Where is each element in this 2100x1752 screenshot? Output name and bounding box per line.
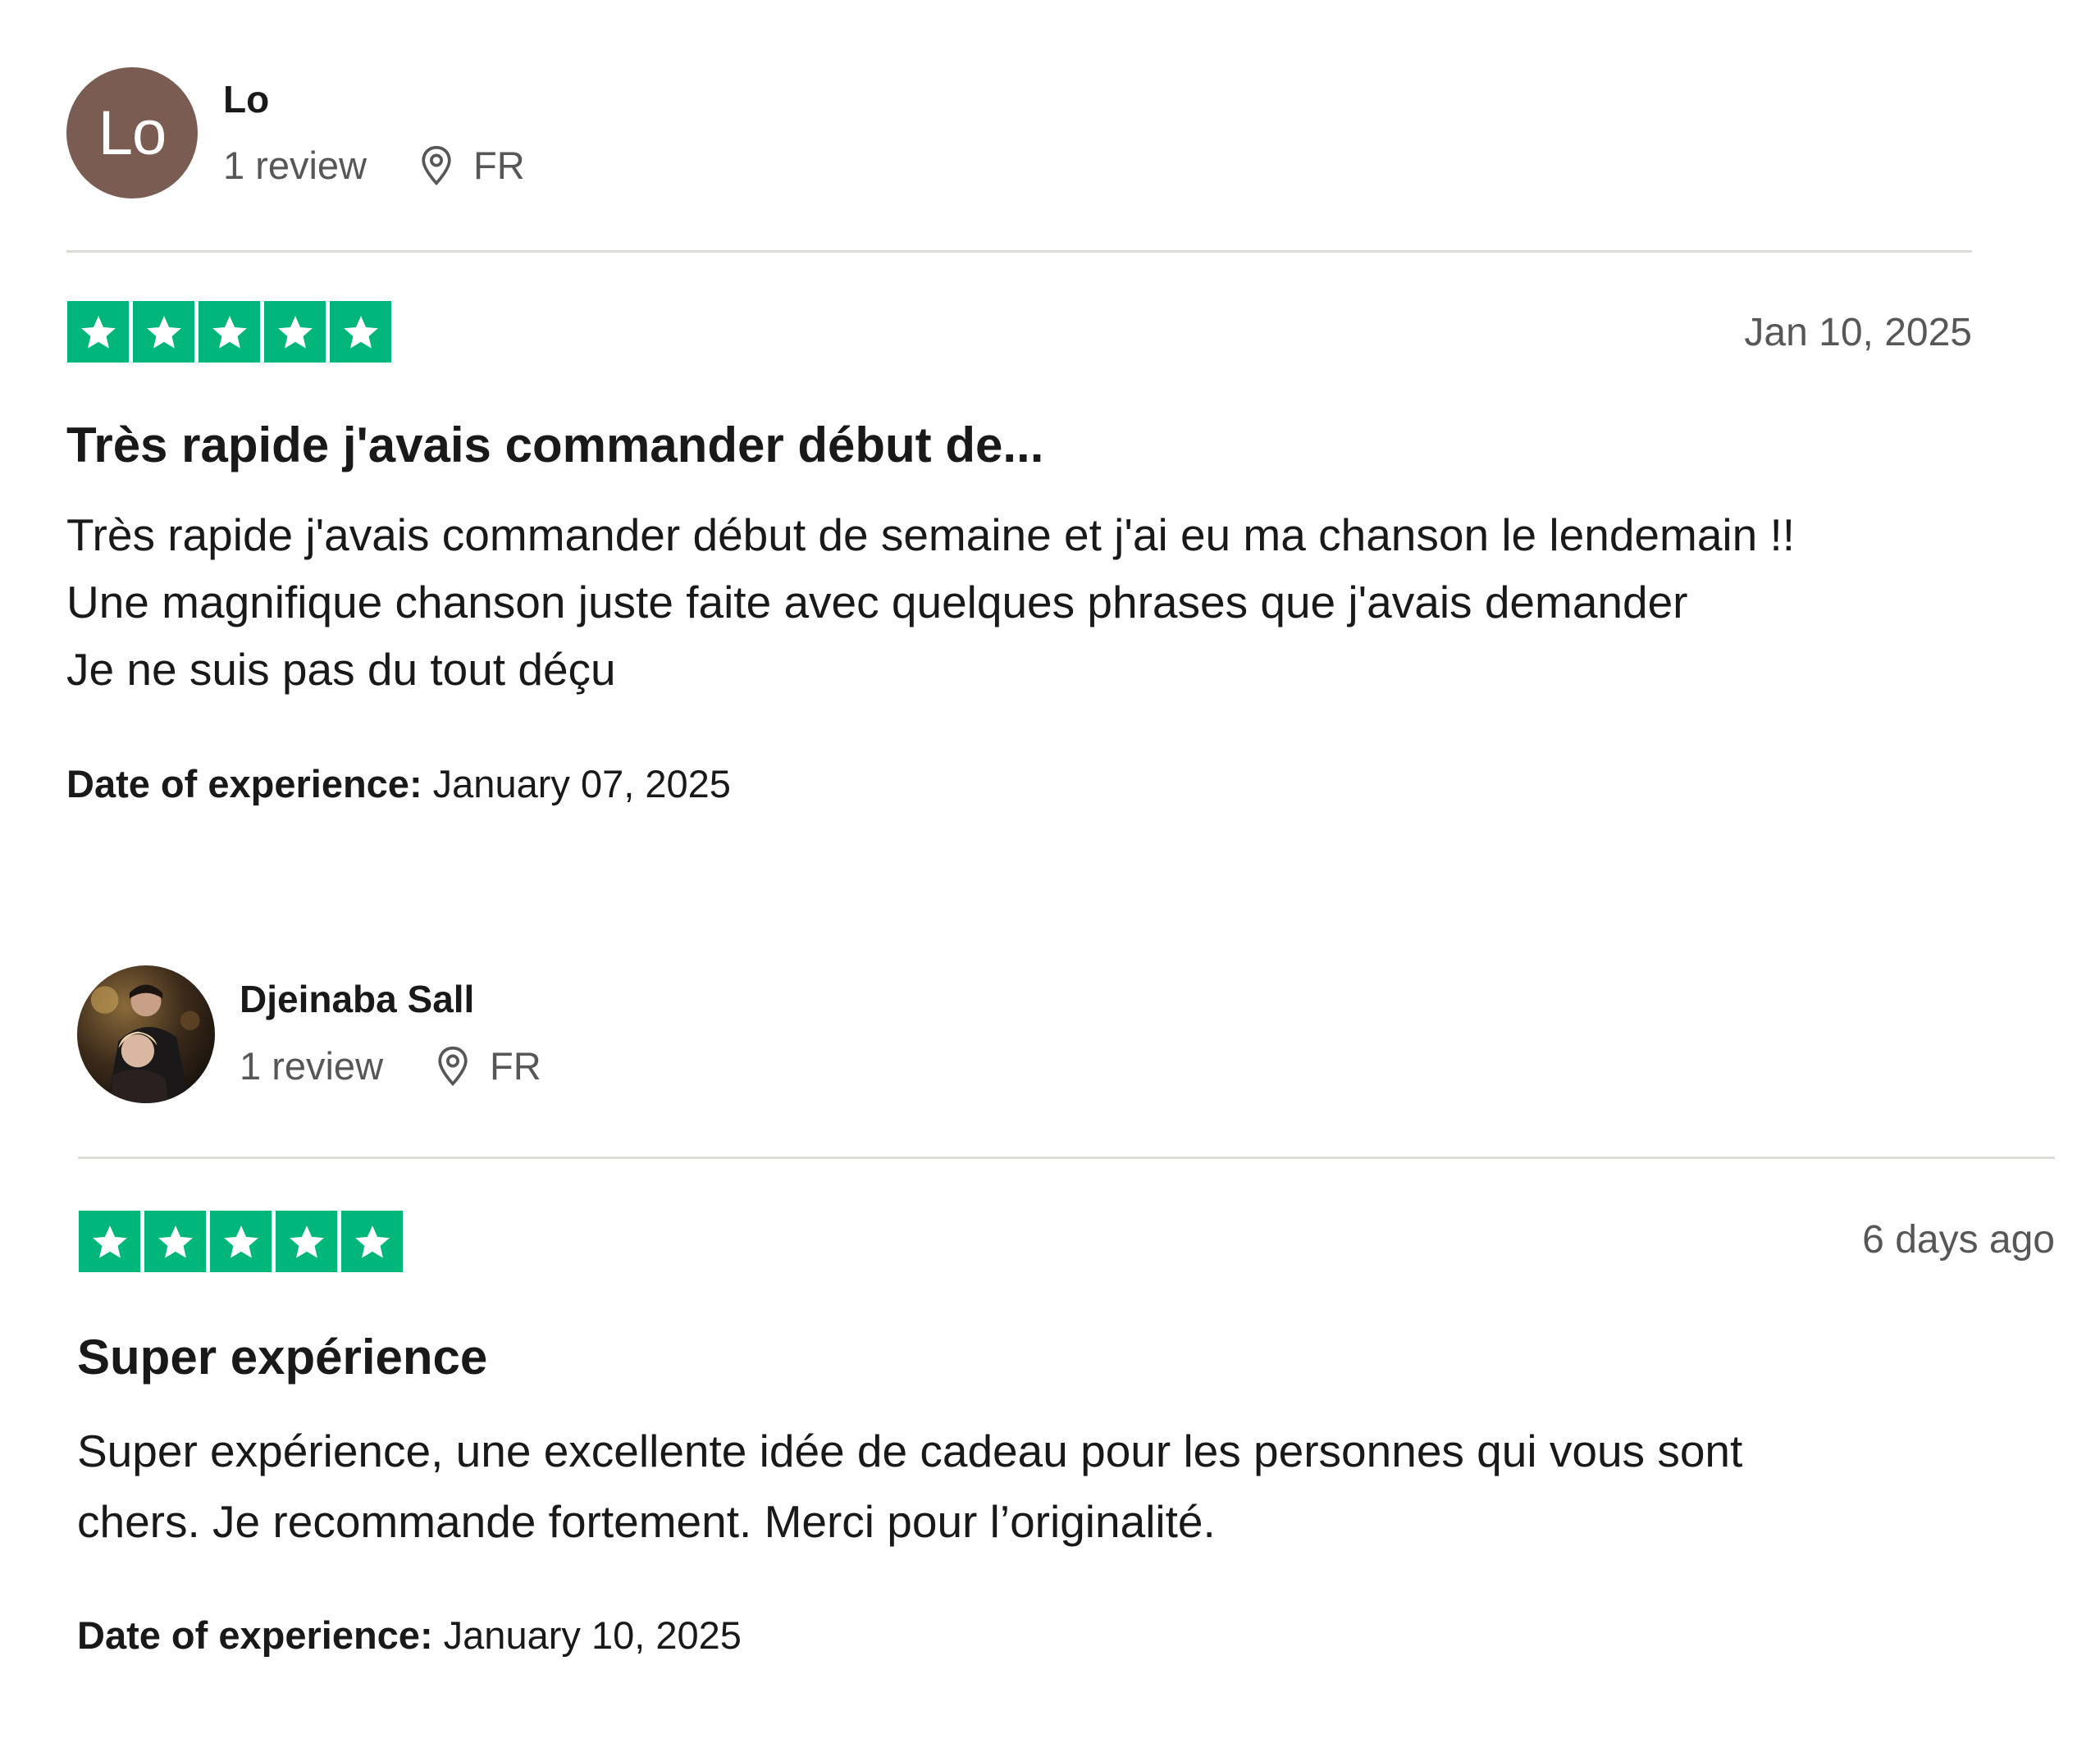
star-icon xyxy=(133,301,194,363)
star-icon xyxy=(341,1211,403,1272)
review-body-line: chers. Je recommande fortement. Merci po… xyxy=(77,1496,1216,1547)
date-of-experience-label: Date of experience: xyxy=(77,1613,433,1657)
review-title[interactable]: Très rapide j'avais commander début de..… xyxy=(66,417,1043,473)
avatar-photo xyxy=(77,965,215,1103)
star-icon xyxy=(330,301,391,363)
review-body-line: Une magnifique chanson juste faite avec … xyxy=(66,577,1688,627)
reviewer-meta: 1 review FR xyxy=(223,143,525,188)
review-body-line: Super expérience, une excellente idée de… xyxy=(77,1426,1743,1476)
reviewer-country: FR xyxy=(490,1044,541,1088)
star-icon xyxy=(210,1211,272,1272)
star-icon xyxy=(199,301,260,363)
reviewer-name[interactable]: Djeinaba Sall xyxy=(240,977,474,1021)
star-icon xyxy=(264,301,326,363)
location-pin-icon xyxy=(418,144,455,187)
star-rating xyxy=(67,301,391,363)
date-of-experience: Date of experience: January 07, 2025 xyxy=(66,761,731,806)
reviewer-meta: 1 review FR xyxy=(240,1043,541,1088)
reviewer-name[interactable]: Lo xyxy=(223,77,269,121)
avatar[interactable]: Lo xyxy=(66,67,198,198)
divider xyxy=(66,250,1972,253)
star-icon xyxy=(67,301,129,363)
star-icon xyxy=(276,1211,337,1272)
star-icon xyxy=(144,1211,206,1272)
date-of-experience-label: Date of experience: xyxy=(66,762,422,805)
review-title[interactable]: Super expérience xyxy=(77,1329,487,1385)
location-pin-icon xyxy=(434,1045,472,1088)
date-of-experience: Date of experience: January 10, 2025 xyxy=(77,1613,742,1658)
review-body-line: Très rapide j'avais commander début de s… xyxy=(66,509,1796,560)
avatar[interactable] xyxy=(77,965,215,1103)
divider xyxy=(78,1157,2055,1159)
review-count: 1 review xyxy=(240,1044,384,1088)
review-body: Très rapide j'avais commander début de s… xyxy=(66,501,1795,703)
review-count: 1 review xyxy=(223,144,368,187)
review-body-line: Je ne suis pas du tout déçu xyxy=(66,644,616,695)
star-icon xyxy=(79,1211,140,1272)
review-date: Jan 10, 2025 xyxy=(1744,311,1972,354)
review-date: 6 days ago xyxy=(1862,1218,2055,1262)
date-of-experience-value: January 07, 2025 xyxy=(432,762,731,805)
reviewer-country: FR xyxy=(473,144,525,187)
star-rating xyxy=(79,1211,403,1272)
review-body: Super expérience, une excellente idée de… xyxy=(77,1416,1742,1557)
date-of-experience-value: January 10, 2025 xyxy=(443,1613,742,1657)
